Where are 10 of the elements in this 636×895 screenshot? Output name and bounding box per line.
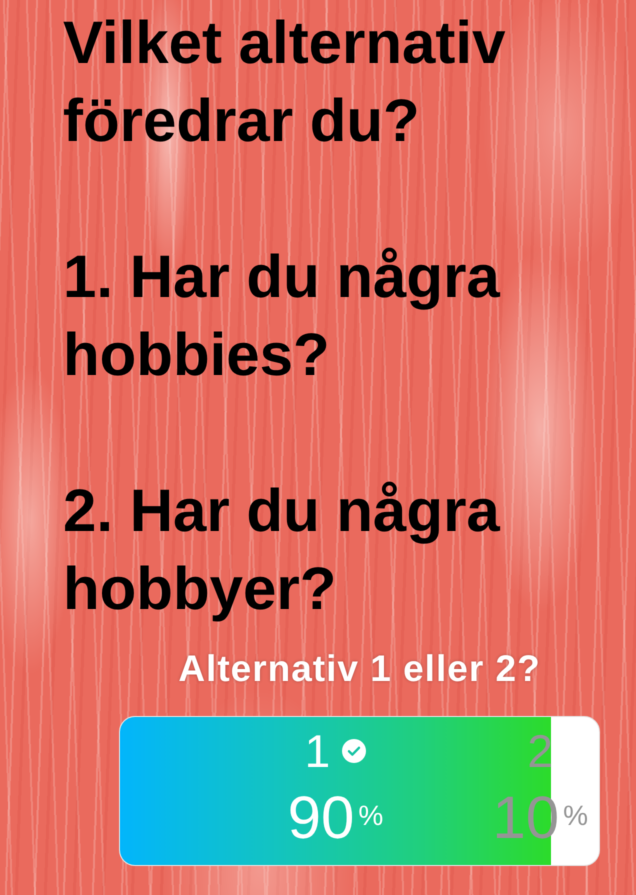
- option-statement: 1. Har du några hobbies?: [63, 242, 502, 390]
- percent-sign: %: [358, 801, 384, 831]
- option-label: 1: [304, 726, 330, 776]
- percent-sign: %: [563, 801, 588, 831]
- percentage-value: 90: [288, 788, 354, 848]
- check-icon: [342, 739, 366, 763]
- option-statement: 2. Har du några hobbyer?: [63, 476, 502, 624]
- question-heading: Vilket alternativ föredrar du?: [63, 8, 506, 156]
- option-label: 2: [527, 726, 553, 776]
- poll-question: Alternativ 1 eller 2?: [178, 647, 541, 691]
